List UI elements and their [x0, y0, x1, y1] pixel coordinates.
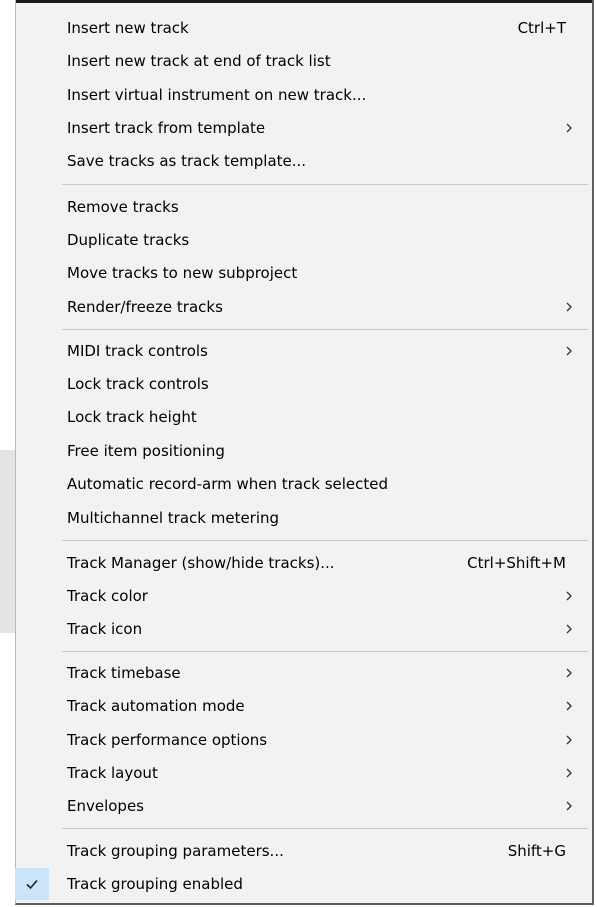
- menu-separator: [62, 828, 588, 829]
- menu-item-label: Track Manager (show/hide tracks)...: [67, 554, 335, 572]
- menu-item-remove-tracks[interactable]: Remove tracks: [16, 191, 592, 223]
- menu-item-track-color[interactable]: Track color: [16, 580, 592, 612]
- menu-item-label: Save tracks as track template...: [67, 152, 307, 170]
- chevron-right-icon: [566, 624, 572, 634]
- chevron-right-icon: [566, 302, 572, 312]
- menu-item-lock-track-controls[interactable]: Lock track controls: [16, 368, 592, 400]
- menu-item-track-timebase[interactable]: Track timebase: [16, 657, 592, 689]
- menu-separator: [62, 184, 588, 185]
- menu-item-label: Remove tracks: [67, 198, 179, 216]
- menu-item-multichannel-metering[interactable]: Multichannel track metering: [16, 502, 592, 534]
- menu-item-track-automation-mode[interactable]: Track automation mode: [16, 690, 592, 722]
- menu-item-label: Duplicate tracks: [67, 231, 190, 249]
- menu-item-duplicate-tracks[interactable]: Duplicate tracks: [16, 224, 592, 256]
- menu-item-label: Insert track from template: [67, 119, 266, 137]
- menu-item-label: Track color: [67, 587, 148, 605]
- menu-separator: [62, 651, 588, 652]
- menu-item-label: Envelopes: [67, 797, 144, 815]
- menu-item-label: Track grouping parameters...: [67, 842, 284, 860]
- menu-item-label: Move tracks to new subproject: [67, 264, 298, 282]
- menu-separator: [62, 540, 588, 541]
- menu-item-insert-track-from-template[interactable]: Insert track from template: [16, 112, 592, 144]
- menu-item-track-manager[interactable]: Track Manager (show/hide tracks)... Ctrl…: [16, 547, 592, 579]
- menu-item-shortcut: Ctrl+Shift+M: [467, 554, 566, 572]
- chevron-right-icon: [566, 668, 572, 678]
- menu-item-label: Free item positioning: [67, 442, 225, 460]
- menu-item-label: Track timebase: [67, 664, 181, 682]
- menu-item-render-freeze-tracks[interactable]: Render/freeze tracks: [16, 291, 592, 323]
- menu-item-midi-track-controls[interactable]: MIDI track controls: [16, 335, 592, 367]
- chevron-right-icon: [566, 123, 572, 133]
- menu-item-lock-track-height[interactable]: Lock track height: [16, 401, 592, 433]
- menu-item-track-grouping-parameters[interactable]: Track grouping parameters... Shift+G: [16, 835, 592, 867]
- chevron-right-icon: [566, 768, 572, 778]
- checkmark-icon: [26, 879, 38, 890]
- menu-separator: [62, 329, 588, 330]
- menu-item-track-layout[interactable]: Track layout: [16, 757, 592, 789]
- menu-item-track-performance-options[interactable]: Track performance options: [16, 724, 592, 756]
- chevron-right-icon: [566, 701, 572, 711]
- menu-item-track-icon[interactable]: Track icon: [16, 613, 592, 645]
- menu-item-label: Render/freeze tracks: [67, 298, 223, 316]
- chevron-right-icon: [566, 801, 572, 811]
- menu-item-label: Insert virtual instrument on new track..…: [67, 86, 367, 104]
- menu-item-label: Track icon: [67, 620, 143, 638]
- menu-item-label: Insert new track at end of track list: [67, 52, 331, 70]
- menu-item-label: Track performance options: [67, 731, 268, 749]
- menu-item-insert-track-at-end[interactable]: Insert new track at end of track list: [16, 45, 592, 77]
- chevron-right-icon: [566, 346, 572, 356]
- menu-item-free-item-positioning[interactable]: Free item positioning: [16, 435, 592, 467]
- menu-item-label: Track grouping enabled: [67, 875, 243, 893]
- chevron-right-icon: [566, 735, 572, 745]
- menu-item-track-grouping-enabled[interactable]: Track grouping enabled: [15, 868, 592, 900]
- track-context-menu: Insert new track Ctrl+T Insert new track…: [15, 0, 594, 905]
- menu-item-label: Multichannel track metering: [67, 509, 280, 527]
- menu-item-label: Lock track height: [67, 408, 197, 426]
- menu-item-label: MIDI track controls: [67, 342, 208, 360]
- menu-item-shortcut: Ctrl+T: [517, 19, 566, 37]
- menu-item-envelopes[interactable]: Envelopes: [16, 790, 592, 822]
- menu-item-label: Lock track controls: [67, 375, 209, 393]
- menu-item-save-tracks-as-template[interactable]: Save tracks as track template...: [16, 145, 592, 177]
- menu-item-move-tracks-to-subproject[interactable]: Move tracks to new subproject: [16, 257, 592, 289]
- menu-item-label: Track layout: [67, 764, 158, 782]
- menu-item-label: Insert new track: [67, 19, 189, 37]
- menu-item-label: Track automation mode: [67, 697, 245, 715]
- menu-item-insert-new-track[interactable]: Insert new track Ctrl+T: [16, 12, 592, 44]
- menu-item-insert-virtual-instrument[interactable]: Insert virtual instrument on new track..…: [16, 79, 592, 111]
- menu-item-automatic-record-arm[interactable]: Automatic record-arm when track selected: [16, 468, 592, 500]
- background-window-strip: [0, 450, 16, 633]
- menu-item-label: Automatic record-arm when track selected: [67, 475, 389, 493]
- chevron-right-icon: [566, 591, 572, 601]
- menu-item-shortcut: Shift+G: [507, 842, 566, 860]
- check-gutter: [15, 868, 49, 900]
